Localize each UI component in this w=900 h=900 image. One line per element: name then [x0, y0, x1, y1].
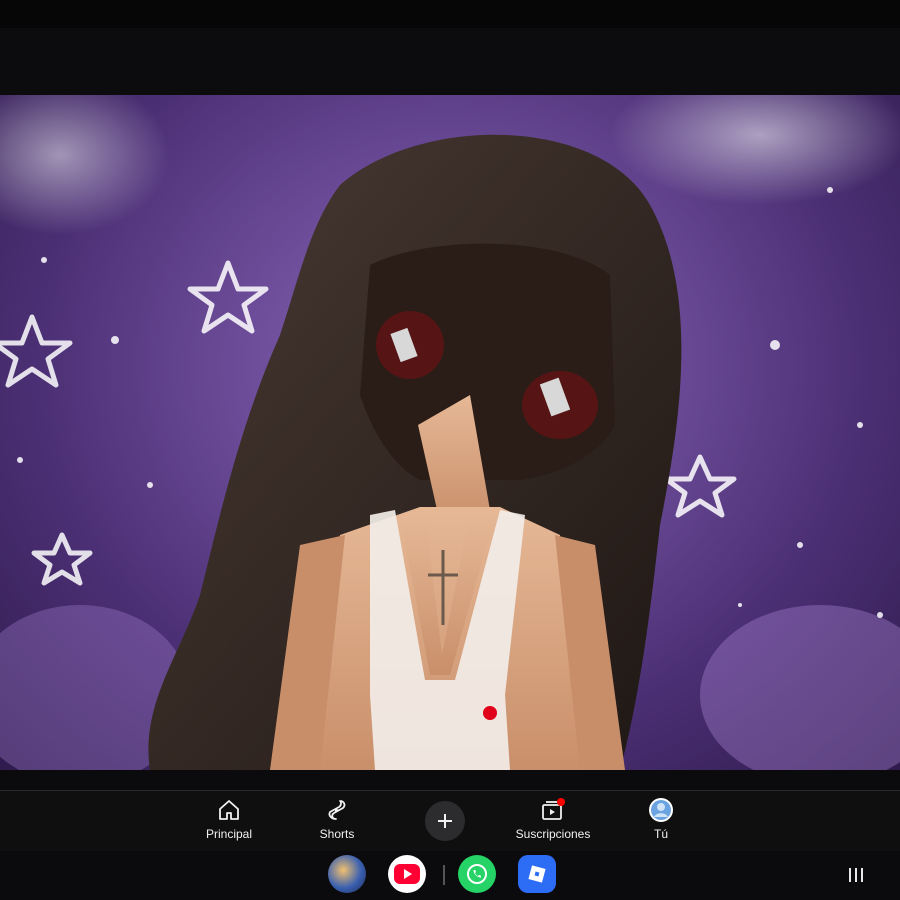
nav-item-shorts[interactable]: Shorts — [282, 795, 392, 847]
nav-item-home[interactable]: Principal — [174, 795, 284, 847]
sparkle — [797, 542, 803, 548]
sparkle — [857, 422, 863, 428]
sparkle — [111, 336, 119, 344]
game-app-icon[interactable] — [328, 855, 366, 893]
star-icon — [0, 314, 73, 388]
video-thumbnail[interactable] — [0, 95, 900, 770]
sparkle — [738, 603, 742, 607]
background-glow — [700, 605, 900, 770]
subscriptions-icon — [540, 797, 566, 823]
star-icon — [663, 454, 737, 518]
youtube-logo-icon — [394, 864, 420, 884]
system-dock — [0, 851, 900, 900]
sparkle — [770, 340, 780, 350]
notification-dot — [557, 798, 565, 806]
nav-item-label: Tú — [653, 827, 668, 841]
plus-icon — [438, 814, 452, 828]
status-area — [0, 0, 900, 95]
home-icon — [216, 797, 242, 823]
whatsapp-app-icon[interactable] — [458, 855, 496, 893]
nav-item-label: Principal — [205, 827, 253, 841]
star-icon — [187, 260, 269, 334]
recents-icon — [849, 868, 863, 882]
youtube-app-icon[interactable] — [388, 855, 426, 893]
roblox-logo-icon — [528, 865, 546, 883]
video-artwork — [0, 95, 900, 770]
bottom-navigation: Principal Shorts Suscripciones Tú — [0, 791, 900, 851]
avatar-icon — [648, 797, 674, 823]
sparkle — [41, 257, 47, 263]
status-strip — [0, 0, 900, 28]
screen: Principal Shorts Suscripciones Tú — [0, 0, 900, 900]
recents-button[interactable] — [842, 863, 870, 887]
sparkle — [877, 612, 883, 618]
nav-item-you[interactable]: Tú — [606, 795, 716, 847]
nav-item-subscriptions[interactable]: Suscripciones — [498, 795, 608, 847]
nav-item-label: Shorts — [319, 827, 355, 841]
sparkle — [147, 482, 153, 488]
background-glow — [610, 95, 900, 205]
nav-item-label: Suscripciones — [515, 827, 591, 841]
create-button[interactable] — [425, 801, 465, 841]
roblox-app-icon[interactable] — [518, 855, 556, 893]
background-glow — [0, 95, 170, 235]
sparkle — [827, 187, 833, 193]
star-icon — [31, 532, 93, 586]
shorts-icon — [324, 797, 350, 823]
dock-separator — [443, 865, 445, 885]
sparkle — [17, 457, 23, 463]
phone-bubble-icon — [467, 864, 487, 884]
red-dot — [483, 706, 497, 720]
